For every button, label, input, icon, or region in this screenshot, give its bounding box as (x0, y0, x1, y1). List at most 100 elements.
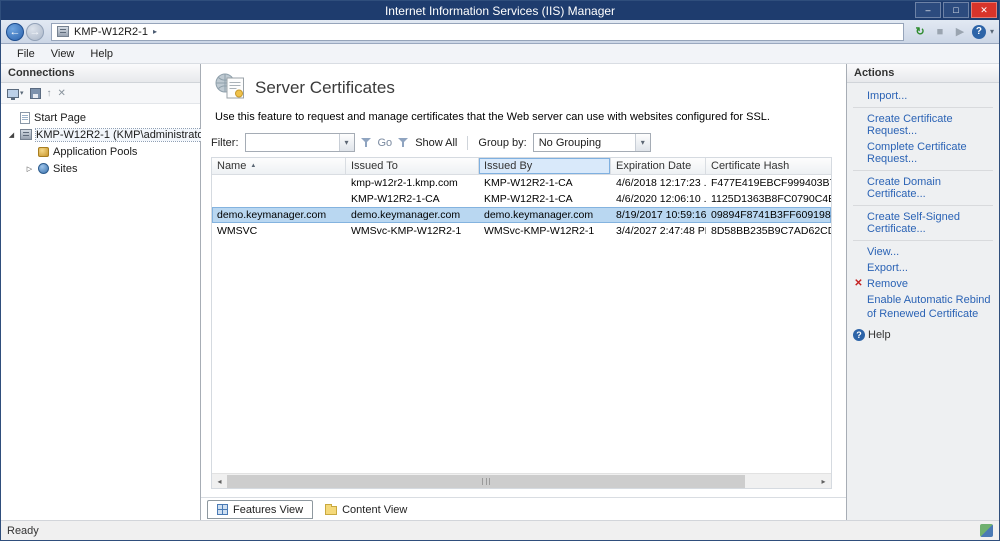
actions-header: Actions (847, 64, 999, 83)
toolbar-separator (467, 135, 469, 150)
actions-divider (853, 170, 993, 171)
action-remove-label: Remove (867, 278, 908, 290)
action-remove[interactable]: ✕ Remove (853, 276, 993, 292)
cell-issued-by: demo.keymanager.com (484, 209, 594, 221)
scroll-left-icon[interactable]: ◂ (212, 474, 227, 489)
column-name[interactable]: Name ▲ (212, 158, 346, 174)
action-export[interactable]: Export... (853, 260, 993, 276)
back-button[interactable]: ← (6, 22, 24, 41)
cell-issued-by: WMSvc-KMP-W12R2-1 (484, 225, 595, 237)
cell-certificate-hash: F477E419EBCF999403B75975D... (711, 177, 831, 189)
close-icon: ✕ (980, 4, 988, 15)
delete-connection-icon[interactable]: ✕ (58, 88, 66, 99)
action-create-certificate-request[interactable]: Create Certificate Request... (853, 111, 993, 139)
tree-item-start-page[interactable]: Start Page (1, 109, 200, 126)
breadcrumb-server[interactable]: KMP-W12R2-1 (74, 26, 148, 38)
new-connection-icon (7, 88, 19, 100)
column-label: Issued By (484, 160, 533, 172)
group-by-label: Group by: (478, 136, 527, 149)
tree-item-application-pools[interactable]: Application Pools (1, 143, 200, 160)
tree-item-label: Application Pools (53, 145, 138, 158)
view-tabs: Features View Content View (201, 497, 846, 520)
action-create-domain-certificate[interactable]: Create Domain Certificate... (853, 174, 993, 202)
cell-certificate-hash: 8D58BB235B9C7AD62CD516D... (711, 225, 831, 237)
action-import[interactable]: Import... (853, 88, 993, 104)
maximize-icon: □ (953, 5, 959, 15)
tree-item-sites[interactable]: ▷ Sites (1, 160, 200, 177)
window-body: Connections ▾ ↑ ✕ Start Page ◢ KMP-W12R2… (1, 64, 999, 520)
new-connection-button[interactable]: ▾ (7, 88, 24, 100)
action-help[interactable]: ? Help (853, 327, 993, 343)
page-title: Server Certificates (255, 77, 395, 97)
cell-name: demo.keymanager.com (217, 209, 327, 221)
cell-expiration-date: 4/6/2018 12:17:23 ... (616, 177, 706, 189)
help-dropdown-icon[interactable]: ▾ (990, 27, 994, 36)
filter-dropdown-icon: ▾ (338, 134, 354, 151)
restart-icon[interactable]: ↻ (912, 24, 928, 40)
main-panel: Server Certificates Use this feature to … (201, 64, 847, 520)
address-bar: ← → KMP-W12R2-1 ▸ ↻ ■ ▶ ? ▾ (1, 20, 999, 44)
feature-header: Server Certificates (201, 64, 846, 105)
scrollbar-track[interactable] (227, 474, 816, 489)
up-icon[interactable]: ↑ (47, 88, 52, 99)
minimize-button[interactable]: – (915, 2, 941, 18)
cell-issued-by: KMP-W12R2-1-CA (484, 193, 573, 205)
tab-content-view[interactable]: Content View (315, 500, 417, 519)
scrollbar-thumb[interactable] (227, 474, 746, 488)
application-pools-icon (38, 146, 49, 157)
table-row-selected[interactable]: demo.keymanager.com demo.keymanager.com … (212, 207, 831, 223)
start-page-icon (20, 111, 30, 124)
breadcrumb[interactable]: KMP-W12R2-1 ▸ (51, 22, 904, 41)
help-menu-icon[interactable]: ? (971, 24, 986, 39)
start-icon[interactable]: ▶ (952, 24, 968, 40)
tree-item-server[interactable]: ◢ KMP-W12R2-1 (KMP\administrator) (1, 126, 212, 143)
tree-item-label: Sites (53, 162, 78, 175)
sort-ascending-icon: ▲ (250, 163, 257, 169)
tab-label: Features View (233, 503, 304, 516)
tab-features-view[interactable]: Features View (207, 500, 314, 519)
menu-help[interactable]: Help (82, 46, 121, 62)
certificates-list: Name ▲ Issued To Issued By Expiration Da… (211, 157, 832, 489)
horizontal-scrollbar[interactable]: ◂ ▸ (212, 473, 831, 488)
column-issued-to[interactable]: Issued To (346, 158, 479, 174)
window-controls: – □ ✕ (915, 2, 997, 18)
filter-input[interactable]: ▾ (244, 133, 355, 152)
save-connections-icon[interactable] (29, 87, 41, 99)
feature-description: Use this feature to request and manage c… (215, 111, 770, 123)
titlebar: Internet Information Services (IIS) Mana… (1, 1, 999, 20)
stop-icon[interactable]: ■ (932, 24, 948, 40)
column-certificate-hash[interactable]: Certificate Hash (706, 158, 831, 174)
action-create-self-signed-certificate[interactable]: Create Self-Signed Certificate... (853, 209, 993, 237)
menu-view[interactable]: View (43, 46, 83, 62)
action-enable-rebind[interactable]: Enable Automatic Rebind of Renewed Certi… (853, 292, 993, 324)
table-row[interactable]: WMSVC WMSvc-KMP-W12R2-1 WMSvc-KMP-W12R2-… (212, 223, 831, 239)
tree-expanded-icon[interactable]: ◢ (7, 131, 16, 139)
group-by-dropdown-icon: ▾ (634, 134, 650, 151)
show-all-button[interactable]: Show All (415, 137, 457, 149)
menu-file[interactable]: File (9, 46, 43, 62)
filter-toolbar: Filter: ▾ Go Show All Group by: No Group… (201, 130, 846, 157)
scroll-right-icon[interactable]: ▸ (816, 474, 831, 489)
close-button[interactable]: ✕ (971, 2, 997, 18)
connections-header: Connections (1, 64, 200, 83)
action-complete-certificate-request[interactable]: Complete Certificate Request... (853, 139, 993, 167)
action-view[interactable]: View... (853, 244, 993, 260)
server-node-icon (20, 129, 32, 140)
table-row[interactable]: KMP-W12R2-1-CA KMP-W12R2-1-CA 4/6/2020 1… (212, 191, 831, 207)
cell-issued-to: KMP-W12R2-1-CA (351, 193, 440, 205)
breadcrumb-arrow-icon[interactable]: ▸ (153, 27, 157, 36)
content-view-icon (325, 504, 338, 515)
group-by-value: No Grouping (538, 136, 602, 149)
tree-item-label: Start Page (34, 111, 86, 124)
go-button[interactable]: Go (378, 137, 393, 149)
forward-button[interactable]: → (26, 22, 44, 41)
cell-expiration-date: 8/19/2017 10:59:16... (616, 209, 706, 221)
column-expiration-date[interactable]: Expiration Date (611, 158, 706, 174)
actions-divider (853, 107, 993, 108)
tree-collapsed-icon[interactable]: ▷ (25, 165, 34, 173)
table-row[interactable]: kmp-w12r2-1.kmp.com KMP-W12R2-1-CA 4/6/2… (212, 175, 831, 191)
column-issued-by[interactable]: Issued By (479, 158, 611, 174)
new-connection-dropdown-icon: ▾ (20, 90, 24, 97)
group-by-select[interactable]: No Grouping ▾ (532, 133, 651, 152)
maximize-button[interactable]: □ (943, 2, 969, 18)
